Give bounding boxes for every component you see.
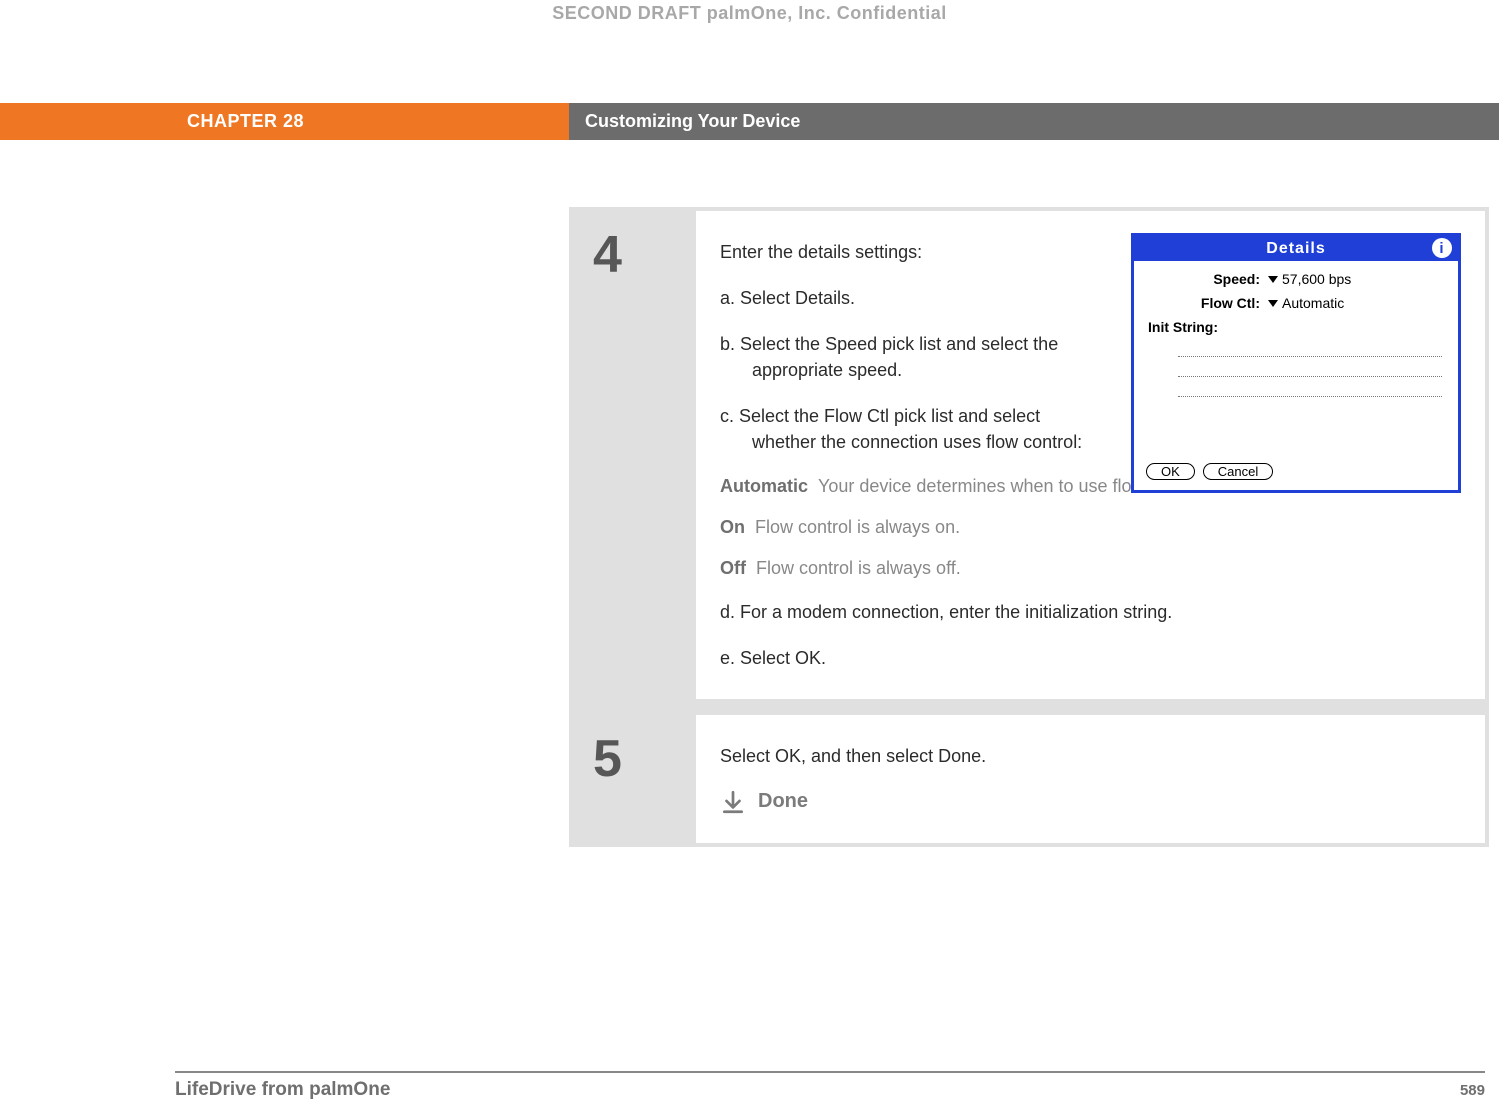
def-on-label: On xyxy=(720,517,745,537)
palm-dialog-title-text: Details xyxy=(1266,240,1325,258)
step4-c: c. Select the Flow Ctl pick list and sel… xyxy=(720,403,1090,455)
steps-container: 4 Enter the details settings: a. Select … xyxy=(569,207,1489,847)
init-string-line[interactable] xyxy=(1178,341,1442,357)
palm-dialog-body: Speed: 57,600 bps Flow Ctl: Automatic In… xyxy=(1134,261,1458,411)
step-number-cell: 4 xyxy=(573,211,696,699)
step-5: 5 Select OK, and then select Done. Done xyxy=(573,715,1485,843)
def-off-label: Off xyxy=(720,558,746,578)
palm-speed-picklist[interactable]: 57,600 bps xyxy=(1268,271,1351,287)
step-number: 5 xyxy=(593,729,696,789)
step5-text: Select OK, and then select Done. xyxy=(720,743,1461,769)
step-number: 4 xyxy=(593,225,696,285)
chevron-down-icon xyxy=(1268,276,1278,283)
step4-e: e. Select OK. xyxy=(720,645,1461,671)
chevron-down-icon xyxy=(1268,300,1278,307)
chapter-title: Customizing Your Device xyxy=(585,111,800,132)
palm-button-row: OK Cancel xyxy=(1146,463,1273,480)
palm-flow-row: Flow Ctl: Automatic xyxy=(1148,295,1444,311)
palm-ok-button[interactable]: OK xyxy=(1146,463,1195,480)
footer-rule xyxy=(175,1071,1485,1073)
step4-intro: Enter the details settings: xyxy=(720,239,1090,265)
palm-dialog-title: Details i xyxy=(1134,236,1458,261)
def-on: On Flow control is always on. xyxy=(720,517,1461,538)
chapter-title-bar: Customizing Your Device xyxy=(569,103,1499,140)
init-string-line[interactable] xyxy=(1178,361,1442,377)
step-body: Enter the details settings: a. Select De… xyxy=(696,211,1485,699)
def-automatic-label: Automatic xyxy=(720,476,808,496)
chapter-label: CHAPTER 28 xyxy=(187,111,304,132)
step4-a: a. Select Details. xyxy=(720,285,1090,311)
step-body: Select OK, and then select Done. Done xyxy=(696,715,1485,843)
chapter-header-bar: CHAPTER 28 Customizing Your Device xyxy=(0,103,1499,140)
step4-b: b. Select the Speed pick list and select… xyxy=(720,331,1090,383)
page-footer: LifeDrive from palmOne 589 xyxy=(175,1079,1485,1101)
step-4: 4 Enter the details settings: a. Select … xyxy=(573,211,1485,699)
done-arrow-icon xyxy=(720,789,746,815)
confidential-header: SECOND DRAFT palmOne, Inc. Confidential xyxy=(0,3,1499,24)
palm-init-label: Init String: xyxy=(1148,319,1444,335)
palm-flow-label: Flow Ctl: xyxy=(1148,295,1268,311)
step4-d: d. For a modem connection, enter the ini… xyxy=(720,599,1461,625)
palm-speed-label: Speed: xyxy=(1148,271,1268,287)
footer-product: LifeDrive from palmOne xyxy=(175,1079,390,1101)
palm-speed-value: 57,600 bps xyxy=(1282,271,1351,287)
done-row: Done xyxy=(720,789,1461,815)
done-label: Done xyxy=(758,790,808,813)
palm-details-dialog: Details i Speed: 57,600 bps Flow Ctl: Au… xyxy=(1131,233,1461,493)
chapter-badge: CHAPTER 28 xyxy=(0,103,569,140)
palm-flow-value: Automatic xyxy=(1282,295,1344,311)
palm-cancel-button[interactable]: Cancel xyxy=(1203,463,1273,480)
init-string-line[interactable] xyxy=(1178,381,1442,397)
def-on-text: Flow control is always on. xyxy=(755,517,960,537)
def-off: Off Flow control is always off. xyxy=(720,558,1461,579)
palm-speed-row: Speed: 57,600 bps xyxy=(1148,271,1444,287)
step-number-cell: 5 xyxy=(573,715,696,843)
def-off-text: Flow control is always off. xyxy=(756,558,961,578)
palm-flow-picklist[interactable]: Automatic xyxy=(1268,295,1344,311)
footer-page-number: 589 xyxy=(1460,1082,1485,1099)
info-icon[interactable]: i xyxy=(1432,238,1452,258)
